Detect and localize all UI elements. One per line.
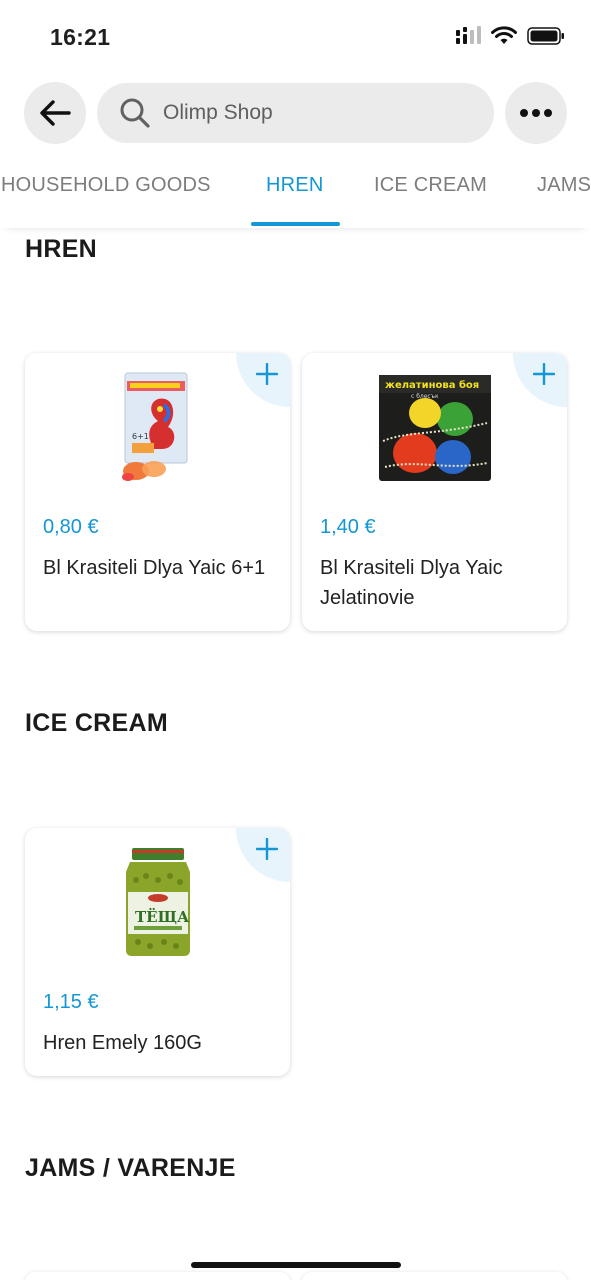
- section-title-jams: JAMS / VARENJE: [25, 1154, 236, 1182]
- gelatin-egg-dye-box-image: желатинова боя с блесък: [378, 375, 491, 481]
- home-indicator[interactable]: [191, 1262, 401, 1268]
- more-options-button[interactable]: [505, 82, 567, 144]
- back-button[interactable]: [24, 82, 86, 144]
- search-icon: [120, 98, 150, 128]
- svg-text:желатинова боя: желатинова боя: [385, 379, 479, 391]
- product-name: Bl Krasiteli Dlya Yaic Jelatinovie: [320, 557, 503, 609]
- wifi-icon: [491, 26, 517, 44]
- product-price: 1,15 €: [43, 991, 99, 1013]
- product-card[interactable]: 6+1 0,80 € Bl Krasiteli Dlya Yaic 6+1: [25, 353, 290, 631]
- arrow-left-icon: [40, 100, 71, 126]
- search-text: Olimp Shop: [163, 101, 273, 124]
- product-price: 1,40 €: [320, 516, 376, 538]
- egg-dye-packet-image: 6+1: [121, 372, 187, 481]
- status-time: 16:21: [50, 24, 111, 50]
- tab-household-goods[interactable]: HOUSEHOLD GOODS: [1, 174, 211, 197]
- product-card[interactable]: желатинова боя с блесък 1,40 € Bl Krasit…: [302, 353, 567, 631]
- svg-text:ТЁЩА: ТЁЩА: [135, 907, 190, 926]
- product-price: 0,80 €: [43, 516, 99, 538]
- category-tabs: HOUSEHOLD GOODS HREN ICE CREAM JAMS: [0, 160, 591, 228]
- active-tab-indicator: [251, 222, 340, 226]
- svg-text:6+1: 6+1: [132, 432, 149, 441]
- green-peas-jar-image: ТЁЩА: [125, 848, 190, 956]
- tab-jams[interactable]: JAMS: [537, 174, 591, 197]
- product-name: Bl Krasiteli Dlya Yaic 6+1: [43, 557, 266, 579]
- tab-ice-cream[interactable]: ICE CREAM: [374, 174, 487, 197]
- section-title-ice-cream: ICE CREAM: [25, 709, 168, 737]
- product-card-peek[interactable]: [302, 1272, 567, 1280]
- plus-icon: [256, 838, 278, 860]
- product-card[interactable]: ТЁЩА 1,15 € Hren Emely 160G: [25, 828, 290, 1076]
- plus-icon: [256, 363, 278, 385]
- battery-icon: [527, 27, 564, 45]
- plus-icon: [533, 363, 555, 385]
- status-bar: 16:21: [0, 0, 591, 74]
- product-name: Hren Emely 160G: [43, 1032, 202, 1054]
- product-card-peek[interactable]: [25, 1272, 290, 1280]
- search-input[interactable]: Olimp Shop: [97, 83, 494, 143]
- more-dots-icon: [520, 109, 552, 117]
- section-title-hren: HREN: [25, 235, 98, 263]
- top-bar: Olimp Shop: [0, 82, 591, 146]
- status-icons: [455, 26, 565, 46]
- cellular-signal-icon: [456, 26, 481, 44]
- tab-hren[interactable]: HREN: [266, 174, 323, 197]
